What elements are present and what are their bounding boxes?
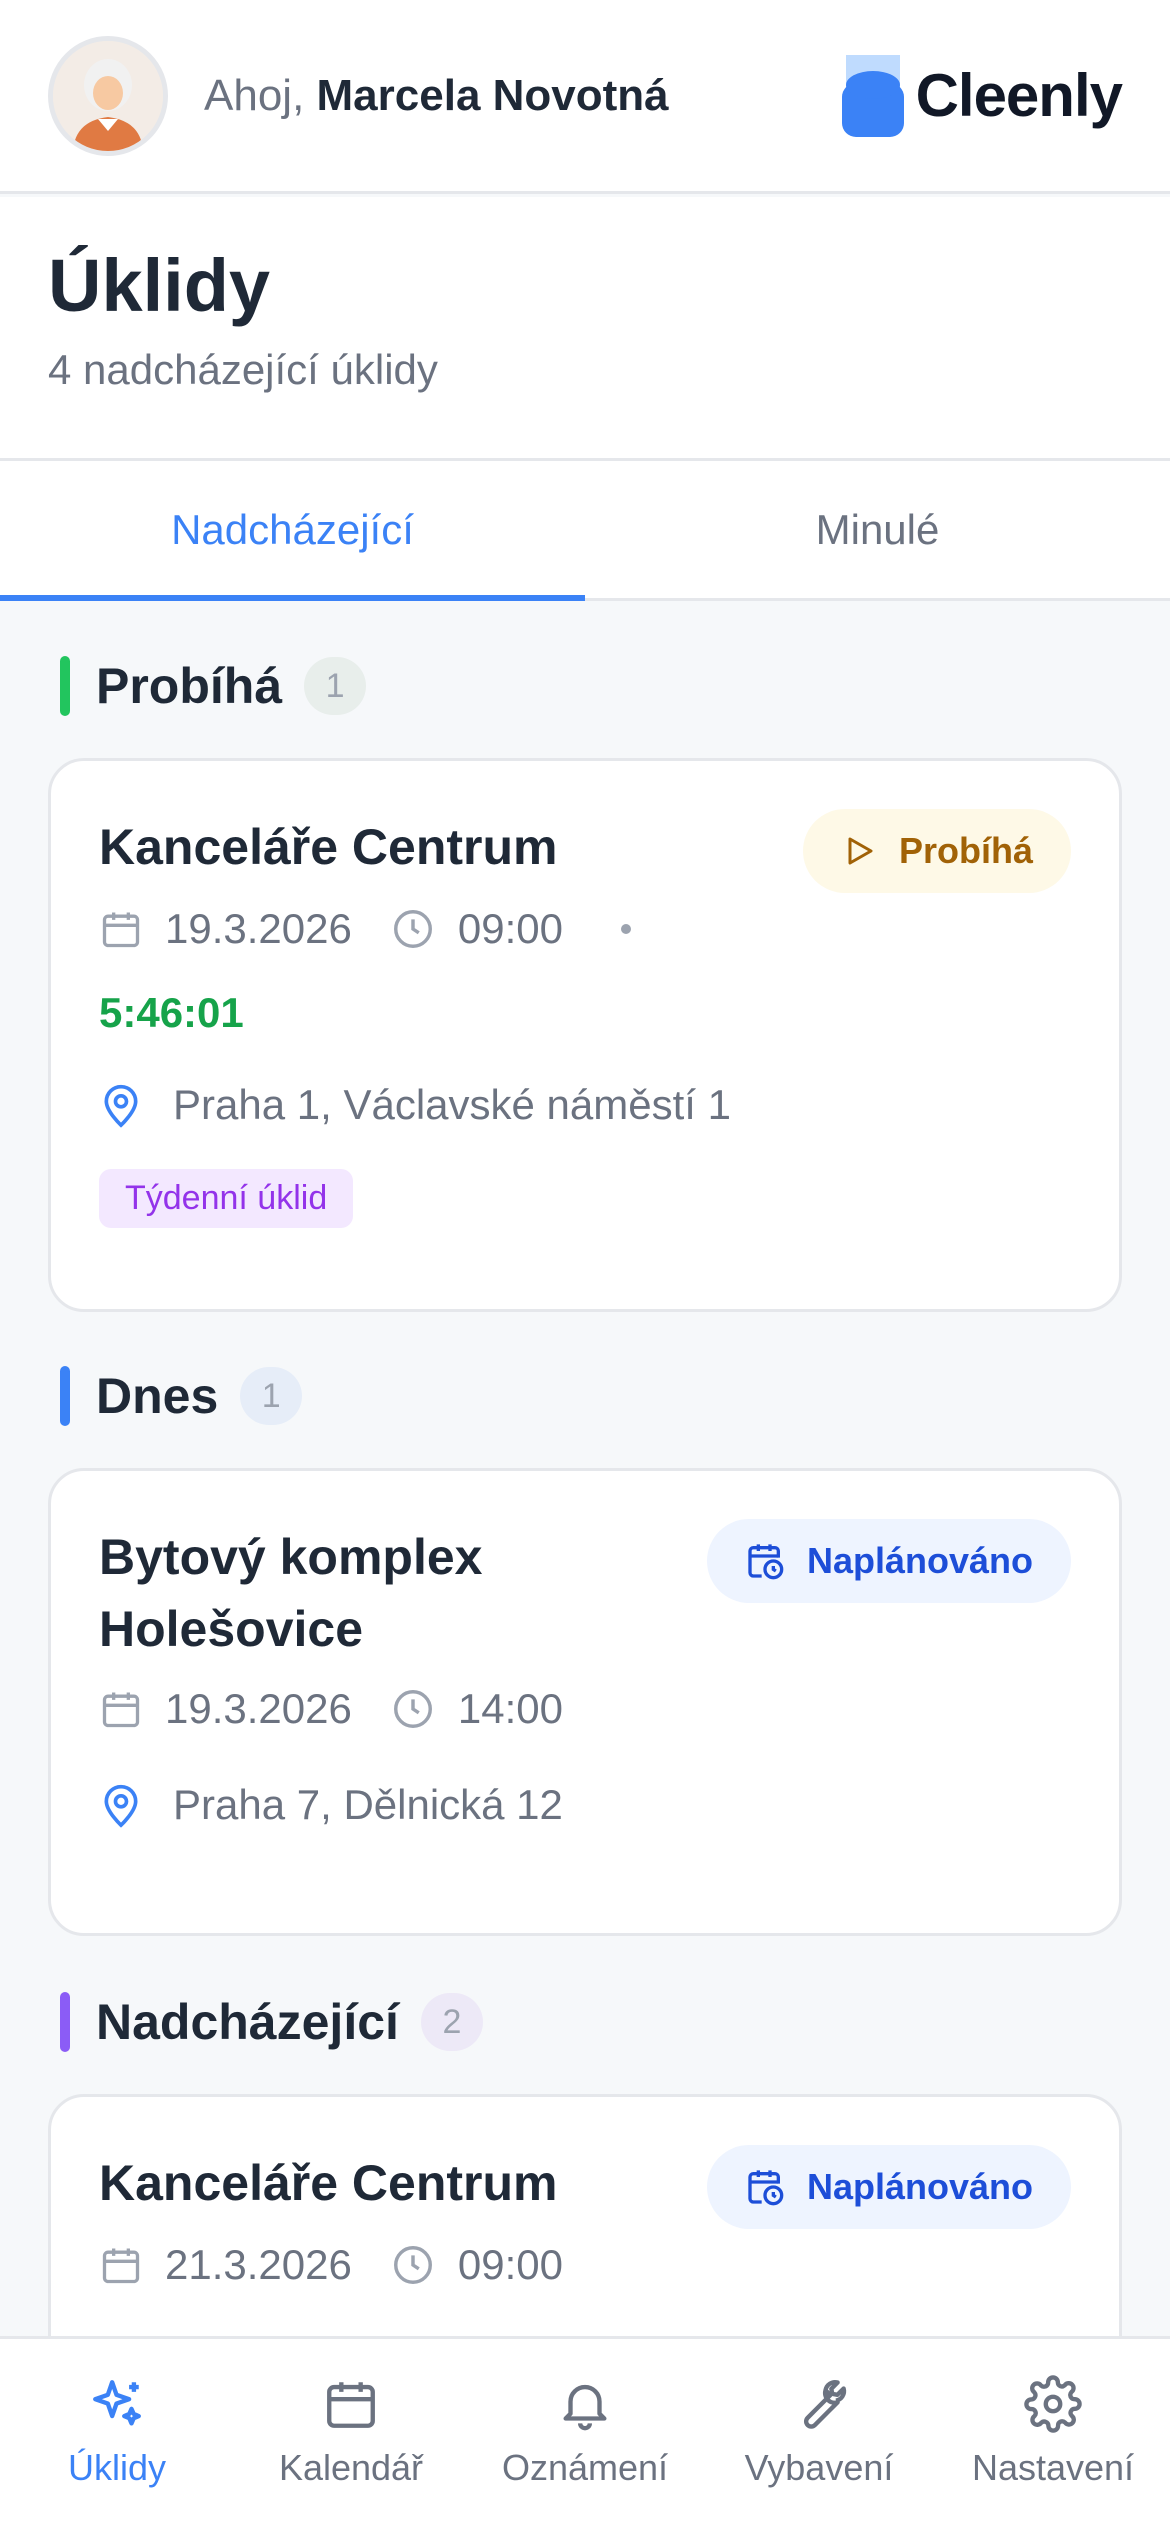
section-accent-bar [60,656,70,716]
nav-item-calendar[interactable]: Kalendář [234,2339,468,2532]
page-title: Úklidy [48,244,271,327]
bottom-nav: Úklidy Kalendář Oznámení Vybavení Nastav… [0,2336,1170,2532]
calendar-icon [99,2243,143,2287]
calendar-icon [327,2382,375,2428]
card-address-text: Praha 7, Dělnická 12 [173,1781,563,1828]
nav-label: Kalendář [278,2447,424,2488]
brand-logo-icon [841,54,904,137]
section-accent-bar [60,1366,70,1426]
cleaning-card-today[interactable]: Bytový komplex Holešovice Naplánováno 19… [48,1468,1122,1936]
section-running-header: Probíhá 1 [60,656,367,716]
nav-label: Vybavení [744,2447,894,2488]
clock-icon [390,2242,436,2288]
nav-label: Úklidy [67,2447,166,2488]
status-badge: Naplánováno [706,2145,1071,2229]
bell-icon [563,2384,607,2431]
card-date: 19.3.2026 [165,1685,352,1732]
tab-past[interactable]: Minulé [585,461,1170,598]
section-count: 1 [240,1367,303,1425]
section-title: Dnes [96,1368,219,1424]
status-badge: Probíhá [802,809,1071,893]
calendar-icon [99,1687,143,1731]
section-accent-bar [60,1992,70,2052]
section-title: Nadcházející [96,1994,399,2050]
tab-bar: Nadcházející Minulé [0,461,1170,601]
card-title-line-2: Holešovice [99,1601,364,1657]
greeting-prefix: Ahoj, [204,70,305,120]
play-icon [848,837,873,865]
app-header: Ahoj, Marcela Novotná Cleenly [0,0,1170,194]
card-time: 09:00 [457,2241,563,2288]
nav-item-cleanings[interactable]: Úklidy [0,2339,234,2532]
calendar-icon [99,907,143,951]
avatar[interactable] [48,35,168,156]
location-pin-icon [99,1781,143,1829]
calendar-clock-icon [748,1544,784,1580]
section-count: 1 [304,657,367,715]
brand-name: Cleenly [915,62,1123,129]
clock-icon [390,1686,436,1732]
brand: Cleenly [841,54,1123,137]
card-date: 21.3.2026 [165,2241,352,2288]
gear-icon [1024,2375,1082,2433]
elapsed-timer: 5:46:01 [99,989,244,1036]
card-time: 14:00 [457,1685,563,1732]
tab-upcoming[interactable]: Nadcházející [0,461,585,601]
section-title: Probíhá [96,658,283,714]
nav-label: Oznámení [501,2447,669,2488]
cleaning-type-tag: Týdenní úklid [99,1169,354,1228]
card-address-text: Praha 1, Václavské náměstí 1 [173,1081,731,1128]
nav-item-settings[interactable]: Nastavení [936,2339,1170,2532]
status-badge: Naplánováno [706,1519,1071,1603]
nav-item-equipment[interactable]: Vybavení [702,2339,936,2532]
greeting: Ahoj, Marcela Novotná [204,71,669,121]
section-upcoming-header: Nadcházející 2 [60,1992,483,2052]
nav-item-notifications[interactable]: Oznámení [468,2339,702,2532]
card-datetime: 19.3.2026 14:00 [99,1685,1071,1733]
card-address: Praha 1, Václavské náměstí 1 [99,1081,1071,1129]
card-time: 09:00 [457,905,563,952]
card-date: 19.3.2026 [165,905,352,952]
page-subtitle: 4 nadcházející úklidy [48,346,438,394]
card-address: Praha 7, Dělnická 12 [99,1781,1071,1829]
sparkles-icon [93,2380,141,2426]
status-badge-label: Naplánováno [806,2166,1033,2207]
wrench-icon [803,2379,847,2429]
clock-icon [390,906,436,952]
calendar-clock-icon [748,2170,784,2206]
user-name: Marcela Novotná [316,70,669,120]
card-datetime: 21.3.2026 09:00 [99,2241,1071,2289]
status-badge-label: Probíhá [898,830,1033,871]
section-count: 2 [420,1993,483,2051]
cleaning-card-running[interactable]: Kanceláře Centrum Probíhá 19.3.2026 09:0… [48,758,1122,1312]
status-badge-label: Naplánováno [806,1540,1033,1581]
nav-label: Nastavení [971,2447,1135,2488]
card-datetime: 19.3.2026 09:00 [99,905,1071,953]
page-header: Úklidy 4 nadcházející úklidy [0,197,1170,461]
separator-dot [620,924,631,934]
section-today-header: Dnes 1 [60,1366,303,1426]
location-pin-icon [99,1081,143,1129]
